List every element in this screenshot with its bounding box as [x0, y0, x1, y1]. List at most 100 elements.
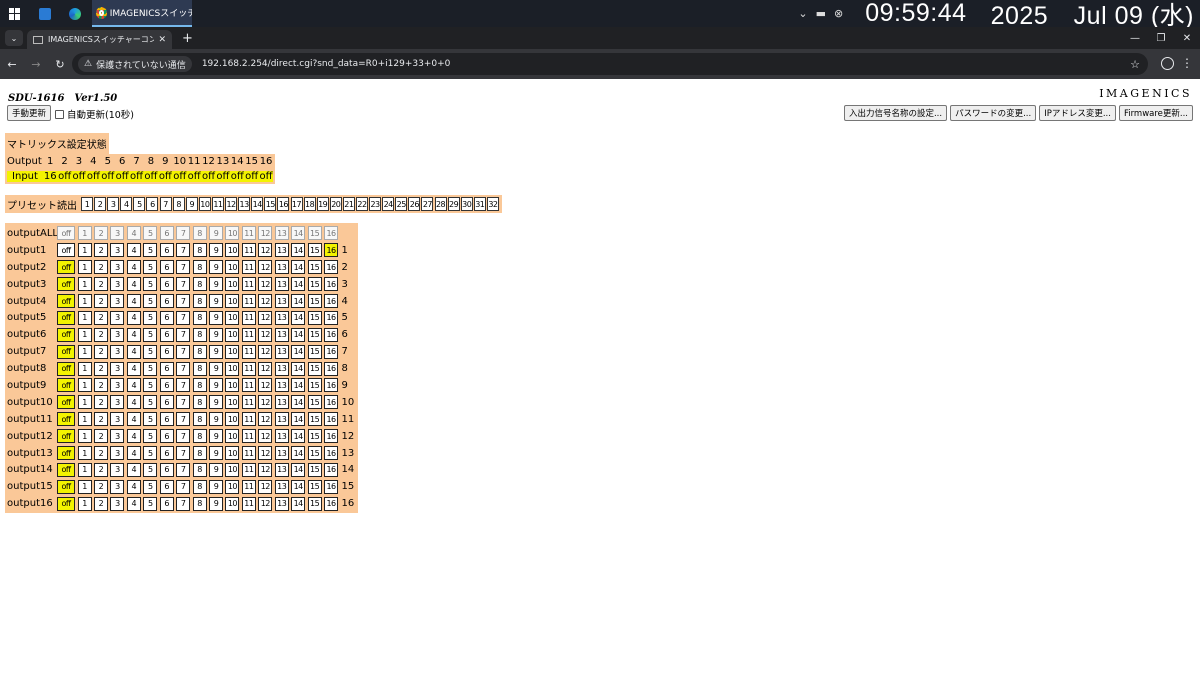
- preset-button[interactable]: 16: [277, 197, 290, 211]
- route-input-button[interactable]: 8: [192, 479, 207, 494]
- route-input-button[interactable]: 10: [225, 327, 240, 342]
- route-input-button[interactable]: 13: [274, 226, 289, 241]
- route-input-button[interactable]: 7: [176, 310, 191, 325]
- route-input-button[interactable]: 10: [225, 310, 240, 325]
- route-off-button[interactable]: off: [57, 277, 75, 292]
- route-input-button[interactable]: 8: [192, 310, 207, 325]
- route-input-button[interactable]: 15: [307, 226, 322, 241]
- route-input-button[interactable]: 16: [324, 462, 339, 477]
- route-input-button[interactable]: 3: [110, 395, 125, 410]
- route-input-button[interactable]: 15: [307, 412, 322, 427]
- route-input-button[interactable]: 8: [192, 226, 207, 241]
- route-input-button[interactable]: 3: [110, 277, 125, 292]
- route-input-button[interactable]: 4: [126, 412, 141, 427]
- route-input-button[interactable]: 15: [307, 479, 322, 494]
- route-input-button[interactable]: 13: [274, 429, 289, 444]
- route-input-button[interactable]: 8: [192, 344, 207, 359]
- route-off-button[interactable]: off: [57, 260, 75, 275]
- route-input-button[interactable]: 16: [324, 344, 339, 359]
- route-input-button[interactable]: 14: [291, 344, 306, 359]
- route-input-button[interactable]: 3: [110, 327, 125, 342]
- preset-button[interactable]: 13: [238, 197, 251, 211]
- preset-button[interactable]: 18: [303, 197, 316, 211]
- route-input-button[interactable]: 5: [143, 378, 158, 393]
- route-input-button[interactable]: 15: [307, 496, 322, 511]
- route-input-button[interactable]: 16: [324, 412, 339, 427]
- route-input-button[interactable]: 9: [209, 412, 223, 427]
- route-input-button[interactable]: 8: [192, 429, 207, 444]
- route-input-button[interactable]: 14: [291, 226, 306, 241]
- route-input-button[interactable]: 15: [307, 429, 322, 444]
- route-input-button[interactable]: 3: [110, 496, 125, 511]
- route-input-button[interactable]: 6: [159, 378, 174, 393]
- route-input-button[interactable]: 14: [291, 462, 306, 477]
- route-input-button[interactable]: 16: [324, 446, 339, 461]
- preset-button[interactable]: 25: [395, 197, 408, 211]
- route-input-button[interactable]: 7: [176, 361, 191, 376]
- route-input-button[interactable]: 2: [93, 260, 108, 275]
- route-input-button[interactable]: 12: [258, 327, 273, 342]
- route-input-button[interactable]: 7: [176, 429, 191, 444]
- route-input-button[interactable]: 6: [159, 260, 174, 275]
- preset-button[interactable]: 26: [408, 197, 421, 211]
- route-input-button[interactable]: 13: [274, 243, 289, 258]
- route-input-button[interactable]: 4: [126, 462, 141, 477]
- route-input-button[interactable]: 12: [258, 378, 273, 393]
- route-input-button[interactable]: 9: [209, 429, 223, 444]
- route-off-button[interactable]: off: [57, 395, 75, 410]
- route-input-button[interactable]: 4: [126, 378, 141, 393]
- preset-button[interactable]: 14: [251, 197, 264, 211]
- route-input-button[interactable]: 12: [258, 243, 273, 258]
- preset-button[interactable]: 7: [159, 197, 172, 211]
- route-input-button[interactable]: 7: [176, 496, 191, 511]
- route-input-button[interactable]: 7: [176, 277, 191, 292]
- route-input-button[interactable]: 10: [225, 429, 240, 444]
- taskbar-app-button[interactable]: [30, 0, 60, 27]
- route-input-button[interactable]: 4: [126, 496, 141, 511]
- preset-button[interactable]: 4: [120, 197, 133, 211]
- route-input-button[interactable]: 9: [209, 395, 223, 410]
- route-input-button[interactable]: 7: [176, 446, 191, 461]
- folder-icon[interactable]: ▬: [816, 7, 826, 20]
- route-input-button[interactable]: 13: [274, 327, 289, 342]
- route-input-button[interactable]: 1: [77, 479, 92, 494]
- route-input-button[interactable]: 5: [143, 277, 158, 292]
- route-input-button[interactable]: 10: [225, 378, 240, 393]
- route-input-button[interactable]: 7: [176, 260, 191, 275]
- preset-button[interactable]: 8: [172, 197, 185, 211]
- route-input-button[interactable]: 10: [225, 479, 240, 494]
- bookmark-star-icon[interactable]: ☆: [1130, 58, 1140, 71]
- route-input-button[interactable]: 5: [143, 260, 158, 275]
- route-input-button[interactable]: 1: [77, 395, 92, 410]
- clock-time[interactable]: 09:59:44: [865, 0, 966, 28]
- route-input-button[interactable]: 16: [324, 361, 339, 376]
- preset-button[interactable]: 31: [473, 197, 486, 211]
- route-off-button[interactable]: off: [57, 226, 75, 241]
- preset-button[interactable]: 28: [434, 197, 447, 211]
- route-input-button[interactable]: 14: [291, 260, 306, 275]
- taskbar-chrome-button[interactable]: IMAGENICSスイッチャ...: [92, 0, 192, 27]
- route-input-button[interactable]: 14: [291, 429, 306, 444]
- route-input-button[interactable]: 16: [324, 310, 339, 325]
- route-input-button[interactable]: 11: [241, 446, 256, 461]
- back-arrow-icon[interactable]: ←: [0, 58, 24, 71]
- route-input-button[interactable]: 4: [126, 429, 141, 444]
- signal-name-settings-button[interactable]: 入出力信号名称の設定...: [843, 105, 948, 121]
- route-input-button[interactable]: 11: [241, 378, 256, 393]
- chevron-up-icon[interactable]: ⌄: [798, 7, 807, 20]
- firmware-update-button[interactable]: Firmware更新...: [1118, 105, 1193, 121]
- route-input-button[interactable]: 4: [126, 327, 141, 342]
- route-input-button[interactable]: 1: [77, 260, 92, 275]
- route-input-button[interactable]: 2: [93, 496, 108, 511]
- preset-button[interactable]: 20: [329, 197, 342, 211]
- route-input-button[interactable]: 7: [176, 378, 191, 393]
- route-input-button[interactable]: 3: [110, 429, 125, 444]
- route-input-button[interactable]: 5: [143, 462, 158, 477]
- route-input-button[interactable]: 6: [159, 344, 174, 359]
- route-input-button[interactable]: 2: [93, 327, 108, 342]
- route-input-button[interactable]: 2: [93, 226, 108, 241]
- route-input-button[interactable]: 13: [274, 479, 289, 494]
- route-input-button[interactable]: 12: [258, 277, 273, 292]
- route-input-button[interactable]: 9: [209, 260, 223, 275]
- route-input-button[interactable]: 15: [307, 395, 322, 410]
